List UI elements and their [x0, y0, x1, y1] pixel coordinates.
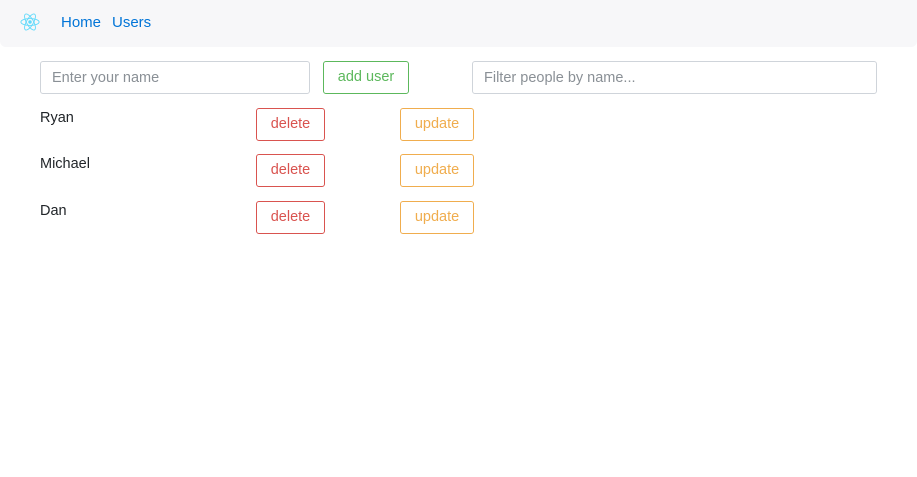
nav-link-home[interactable]: Home: [61, 14, 101, 32]
user-name: Michael: [40, 156, 90, 172]
top-navbar: Home Users: [0, 0, 917, 47]
react-atom-icon[interactable]: [20, 12, 40, 32]
user-name: Ryan: [40, 110, 74, 126]
delete-button[interactable]: delete: [256, 154, 325, 187]
delete-button[interactable]: delete: [256, 201, 325, 234]
user-name: Dan: [40, 203, 67, 219]
name-input[interactable]: [40, 61, 310, 94]
filter-input[interactable]: [472, 61, 877, 94]
nav-link-users[interactable]: Users: [112, 14, 151, 32]
update-button[interactable]: update: [400, 108, 474, 141]
add-user-button[interactable]: add user: [323, 61, 409, 94]
update-button[interactable]: update: [400, 201, 474, 234]
delete-button[interactable]: delete: [256, 108, 325, 141]
update-button[interactable]: update: [400, 154, 474, 187]
